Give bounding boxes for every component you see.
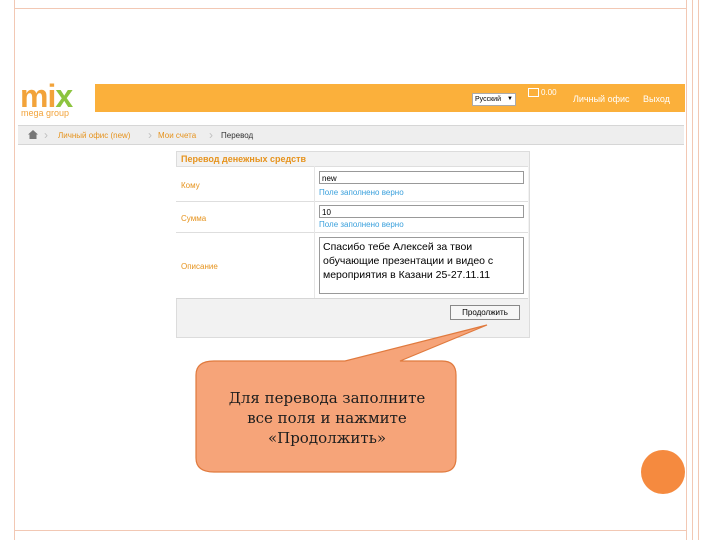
callout-line: все поля и нажмите <box>247 409 407 427</box>
callout-line: «Продолжить» <box>267 429 387 447</box>
callout-bubble <box>195 324 488 473</box>
callout-text: Для перевода заполните все поля и нажмит… <box>200 388 454 448</box>
callout-line: Для перевода заполните <box>228 389 426 407</box>
